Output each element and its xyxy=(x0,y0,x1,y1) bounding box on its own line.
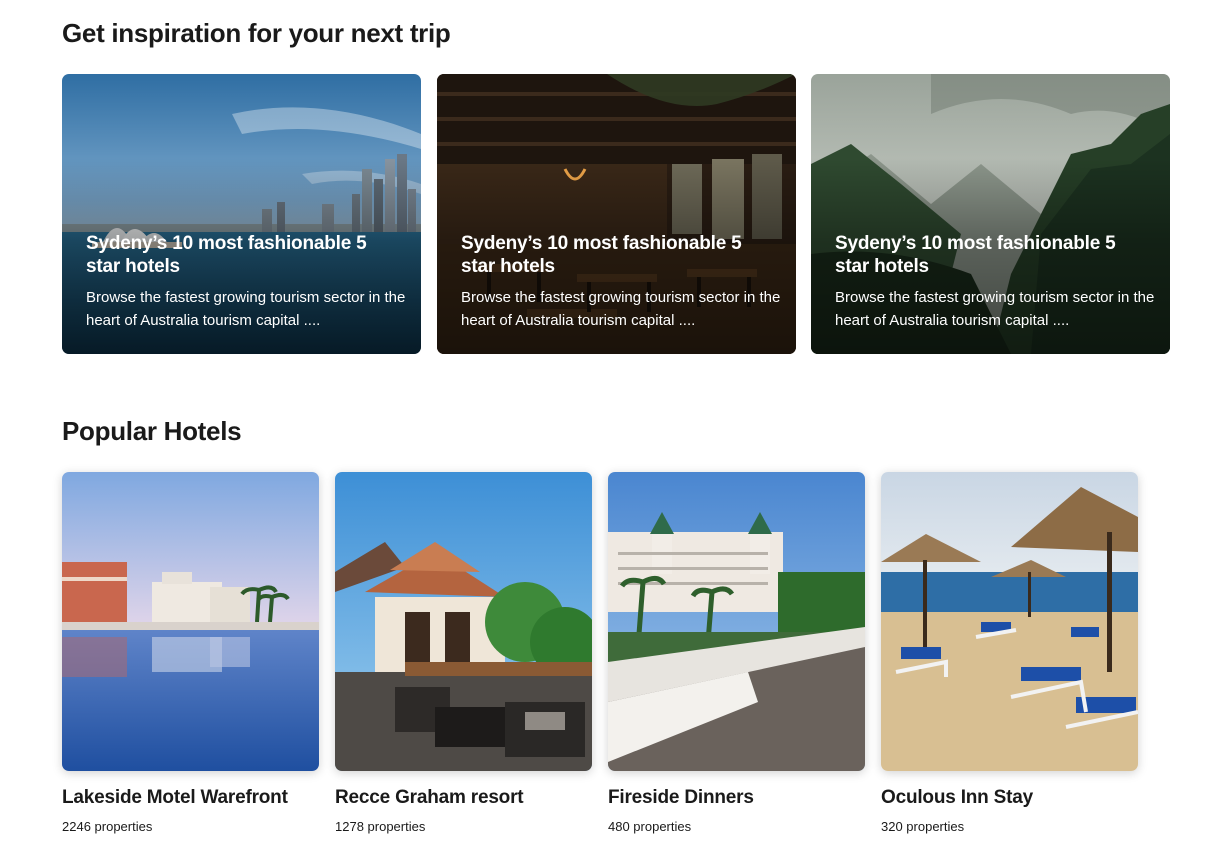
inspiration-card-title: Sydeny’s 10 most fashionable 5 star hote… xyxy=(835,233,1116,277)
hotel-card-lakeside[interactable]: Lakeside Motel Warefront 2246 properties xyxy=(62,472,319,834)
inspiration-card-restaurant[interactable]: Sydeny’s 10 most fashionable 5 star hote… xyxy=(437,74,796,354)
inspiration-card-mountains[interactable]: Sydeny’s 10 most fashionable 5 star hote… xyxy=(811,74,1170,354)
inspiration-section-title: Get inspiration for your next trip xyxy=(62,18,451,48)
hotel-name: Oculous Inn Stay xyxy=(881,787,1033,808)
hotel-card-recce-graham[interactable]: Recce Graham resort 1278 properties xyxy=(335,472,592,834)
inspiration-card-title: Sydeny’s 10 most fashionable 5 star hote… xyxy=(461,233,742,277)
inspiration-card-description: Browse the fastest growing tourism secto… xyxy=(86,289,406,329)
hotel-photo xyxy=(608,472,865,771)
inspiration-card-title: Sydeny’s 10 most fashionable 5 star hote… xyxy=(86,233,367,277)
hotel-photo xyxy=(335,472,592,771)
inspiration-card-description: Browse the fastest growing tourism secto… xyxy=(835,289,1155,329)
hotel-property-count: 2246 properties xyxy=(62,819,153,834)
popular-hotels-section-title: Popular Hotels xyxy=(62,416,242,446)
hotel-card-fireside-dinners[interactable]: Fireside Dinners 480 properties xyxy=(608,472,865,834)
inspiration-card-sydney[interactable]: Sydeny’s 10 most fashionable 5 star hote… xyxy=(62,74,421,354)
hotel-name: Fireside Dinners xyxy=(608,787,754,808)
hotel-photo xyxy=(62,472,319,771)
hotel-property-count: 480 properties xyxy=(608,819,692,834)
hotel-name: Recce Graham resort xyxy=(335,787,524,808)
hotel-property-count: 1278 properties xyxy=(335,819,426,834)
inspiration-card-description: Browse the fastest growing tourism secto… xyxy=(461,289,781,329)
hotel-name: Lakeside Motel Warefront xyxy=(62,787,288,808)
hotel-property-count: 320 properties xyxy=(881,819,965,834)
hotel-card-oculous-inn[interactable]: Oculous Inn Stay 320 properties xyxy=(881,472,1138,834)
page: Get inspiration for your next trip Syden… xyxy=(0,0,1221,850)
hotel-photo xyxy=(881,472,1138,771)
